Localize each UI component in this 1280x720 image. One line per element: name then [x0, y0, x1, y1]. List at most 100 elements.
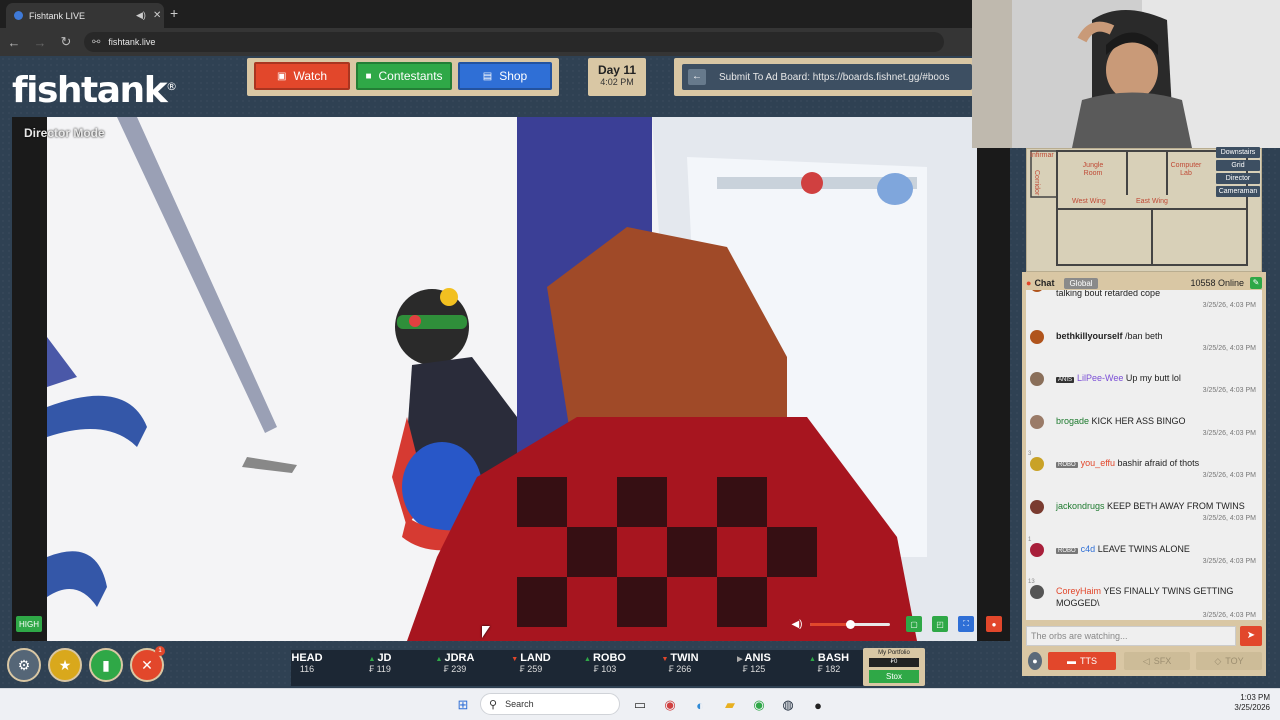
reload-icon[interactable]: ↻	[54, 34, 78, 50]
livestream-image	[47, 117, 977, 641]
url-field[interactable]: ⚯ fishtank.live	[84, 32, 944, 52]
chat-emote-icon[interactable]: ●	[1028, 652, 1042, 670]
user-avatar[interactable]	[1030, 500, 1044, 514]
chat-settings-icon[interactable]: ✎	[1250, 277, 1262, 289]
chat-username[interactable]: LilPee-Wee	[1077, 373, 1126, 383]
map-grid-button[interactable]: Grid	[1216, 160, 1260, 171]
user-avatar[interactable]	[1030, 457, 1044, 472]
chrome-icon[interactable]: ◉	[661, 696, 679, 714]
sfx-label: SFX	[1153, 656, 1172, 666]
map-room-west-wing[interactable]: West Wing	[1072, 198, 1106, 206]
arrow-right-icon: ▶	[737, 656, 743, 663]
record-icon[interactable]: ●	[986, 616, 1002, 632]
chat-username[interactable]: c4d	[1081, 544, 1098, 554]
new-tab-icon[interactable]: +	[170, 5, 178, 21]
send-icon[interactable]: ➤	[1240, 626, 1262, 646]
browser-tab[interactable]: Fishtank LIVE ◀) ✕	[6, 3, 164, 28]
spotify-icon[interactable]: ◉	[750, 696, 768, 714]
map-room-corridor[interactable]: Corridor	[1032, 170, 1040, 195]
stock-robo[interactable]: ▲ ROBO ₣ 103	[570, 652, 640, 674]
user-avatar[interactable]	[1030, 329, 1044, 344]
edge-icon[interactable]: ◐	[691, 696, 709, 714]
watch-button[interactable]: ▣ Watch	[254, 62, 350, 90]
bolt-icon[interactable]: ★	[48, 648, 82, 682]
chat-username[interactable]: bethkillyourself	[1056, 331, 1125, 341]
user-avatar[interactable]	[1030, 542, 1044, 557]
chat-username[interactable]: you_effu	[1081, 458, 1118, 468]
stock-jd[interactable]: ▲ JD ₣ 119	[345, 652, 415, 674]
map-room-infirmary[interactable]: Infirmar	[1030, 152, 1054, 160]
video-player[interactable]	[12, 117, 1010, 641]
settings-icon[interactable]: ⚙	[7, 648, 41, 682]
chat-username[interactable]: jackondrugs	[1056, 501, 1107, 511]
stock-twin[interactable]: ▼ TWIN ₣ 266	[645, 652, 715, 674]
map-room-east-wing[interactable]: East Wing	[1136, 198, 1168, 206]
stock-price: ₣ 239	[443, 664, 467, 674]
back-arrow-icon[interactable]: ←	[688, 69, 706, 85]
stock-head[interactable]: HEAD 116	[272, 652, 342, 674]
site-info-icon[interactable]: ⚯	[92, 37, 100, 48]
fishtank-logo[interactable]: fishtank®	[12, 70, 177, 111]
sfx-button[interactable]: ◁ SFX	[1124, 652, 1190, 670]
map-room-jungle[interactable]: Jungle Room	[1078, 162, 1108, 178]
task-view-icon[interactable]: ▭	[631, 696, 649, 714]
message-level: 13	[1028, 579, 1035, 586]
stock-price: ₣ 103	[593, 664, 617, 674]
stock-bash[interactable]: ▲ BASH ₣ 182	[794, 652, 864, 674]
chat-scope-tab[interactable]: Global	[1064, 277, 1098, 289]
volume-knob[interactable]	[846, 620, 855, 629]
chat-message-list[interactable]: talking bout retarded cope 3/25/26, 4:03 …	[1026, 290, 1262, 620]
portfolio-widget[interactable]: My Portfolio ₣0 Stox	[863, 648, 925, 686]
volume-slider[interactable]	[810, 620, 890, 629]
stox-button[interactable]: Stox	[869, 670, 919, 683]
map-downstairs-button[interactable]: Downstairs	[1216, 147, 1260, 158]
chat-username[interactable]: CoreyHaim	[1056, 586, 1103, 596]
chat-timestamp: 3/25/26, 4:03 PM	[1202, 387, 1256, 395]
windows-start-icon[interactable]: ⊞	[454, 696, 472, 714]
taskbar-search[interactable]: ⚲ Search	[480, 693, 620, 715]
clipboard-icon[interactable]: ▮	[89, 648, 123, 682]
stock-jdra[interactable]: ▲ JDRA ₣ 239	[420, 652, 490, 674]
user-avatar[interactable]	[1030, 290, 1044, 292]
map-cameraman-button[interactable]: Cameraman	[1216, 186, 1260, 197]
toy-button[interactable]: ◇ TOY	[1196, 652, 1262, 670]
message-body: ANIS LilPee-Wee Up my butt lol	[1056, 372, 1256, 386]
cast-icon[interactable]: ◰	[932, 616, 948, 632]
audio-icon[interactable]: ◀)	[136, 10, 146, 21]
stock-price: ₣ 266	[668, 664, 692, 674]
chat-input[interactable]: The orbs are watching...	[1026, 626, 1236, 646]
livestream-frame[interactable]	[47, 117, 977, 641]
close-tab-icon[interactable]: ✕	[153, 10, 161, 21]
fullscreen-icon[interactable]: ⛶	[958, 616, 974, 632]
tts-button[interactable]: ▬ TTS	[1048, 652, 1116, 670]
user-avatar[interactable]	[1030, 414, 1044, 429]
obs-icon[interactable]: ●	[809, 696, 827, 714]
stock-price: ₣ 259	[519, 664, 543, 674]
pip-icon[interactable]: ▢	[906, 616, 922, 632]
contestants-button[interactable]: ■ Contestants	[356, 62, 452, 90]
file-explorer-icon[interactable]: ▰	[721, 696, 739, 714]
quality-badge[interactable]: HIGH	[16, 616, 42, 632]
ad-board-banner[interactable]: ← Submit To Ad Board: https://boards.fis…	[682, 64, 972, 90]
volume-fill	[810, 623, 850, 626]
user-avatar[interactable]	[1030, 585, 1044, 600]
chat-header: ● Chat Global 10558 Online ✎	[1026, 276, 1262, 290]
stock-price: ₣ 182	[817, 664, 841, 674]
back-icon[interactable]: ←	[2, 35, 26, 50]
volume-icon[interactable]: ◀)	[790, 616, 804, 632]
stock-anis[interactable]: ▶ ANIS ₣ 125	[719, 652, 789, 674]
stock-land[interactable]: ▼ LAND ₣ 259	[496, 652, 566, 674]
map-director-button[interactable]: Director	[1216, 173, 1260, 184]
map-room-computer-lab[interactable]: Computer Lab	[1168, 162, 1204, 178]
tools-icon[interactable]: ✕ 1	[130, 646, 165, 682]
shop-button[interactable]: ▤ Shop	[458, 62, 552, 90]
taskbar-clock[interactable]: 1:03 PM 3/25/2026	[1214, 693, 1270, 713]
user-avatar[interactable]	[1030, 372, 1044, 387]
steam-icon[interactable]: ◍	[779, 696, 797, 714]
forward-icon[interactable]: →	[28, 35, 52, 50]
taskbar-search-label: Search	[505, 699, 534, 709]
message-body: CoreyHaim YES FINALLY TWINS GETTING MOGG…	[1056, 585, 1256, 609]
chat-username[interactable]: brogade	[1056, 416, 1092, 426]
clock-date: 3/25/2026	[1234, 703, 1270, 712]
stock-price: ₣ 125	[742, 664, 766, 674]
